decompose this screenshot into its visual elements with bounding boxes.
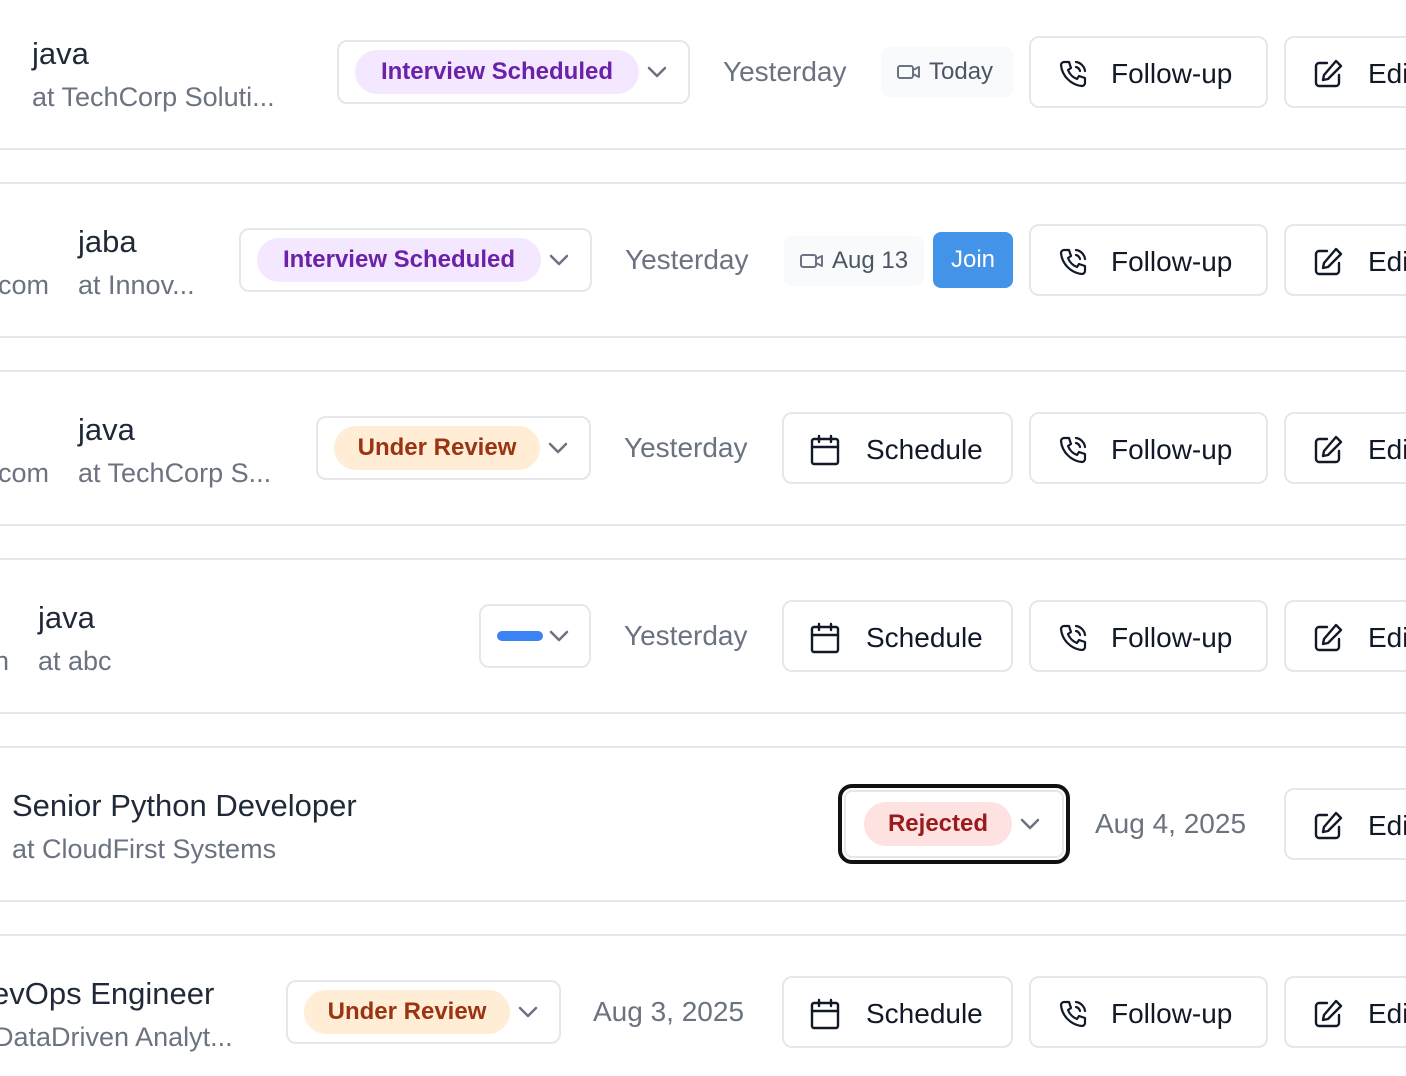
follow-up-button[interactable]: Follow-up (1029, 412, 1268, 484)
row-divider (0, 746, 1406, 748)
status-select[interactable] (479, 604, 591, 668)
job-title: java (38, 600, 95, 635)
edit-icon (1314, 623, 1343, 652)
schedule-button[interactable]: Schedule (782, 976, 1013, 1048)
calendar-icon (810, 434, 840, 466)
status-badge: Interview Scheduled (355, 50, 639, 94)
row-divider (0, 148, 1406, 150)
applied-date: Aug 4, 2025 (1095, 808, 1247, 839)
interview-date: Today (929, 58, 994, 85)
edit-button[interactable]: Edi (1284, 788, 1406, 860)
job-title: jaba (78, 224, 137, 259)
schedule-button[interactable]: Schedule (782, 600, 1013, 672)
follow-up-label: Follow-up (1111, 998, 1233, 1029)
edit-icon (1314, 59, 1343, 88)
edit-button[interactable]: Edi (1284, 412, 1406, 484)
contact-email: n (0, 646, 10, 676)
row-divider (0, 370, 1406, 372)
schedule-label: Schedule (866, 622, 983, 653)
edit-icon (1314, 247, 1343, 276)
status-select[interactable]: Under Review (316, 416, 591, 480)
company-name: at CloudFirst Systems (12, 834, 277, 864)
chevron-down-icon (647, 66, 667, 78)
status-badge: Rejected (864, 802, 1012, 846)
job-title: Senior Python Developer (12, 788, 357, 823)
company-name: at TechCorp S... (78, 458, 272, 488)
phone-call-icon (1059, 60, 1087, 88)
follow-up-button[interactable]: Follow-up (1029, 224, 1268, 296)
edit-label: Edi (1368, 998, 1406, 1029)
applied-date: Aug 3, 2025 (593, 996, 745, 1027)
job-title: java (32, 36, 89, 71)
row-divider (0, 182, 1406, 184)
chevron-down-icon (1020, 818, 1040, 830)
chevron-down-icon (549, 630, 569, 642)
status-select[interactable]: Rejected (838, 784, 1070, 864)
status-select[interactable]: Interview Scheduled (337, 40, 690, 104)
calendar-icon (810, 622, 840, 654)
applied-date: Yesterday (625, 244, 749, 275)
job-title: evOps Engineer (0, 976, 215, 1011)
phone-call-icon (1059, 624, 1087, 652)
applied-date: Yesterday (624, 432, 748, 463)
status-select[interactable]: Under Review (286, 980, 561, 1044)
follow-up-label: Follow-up (1111, 58, 1233, 89)
edit-label: Edi (1368, 434, 1406, 465)
phone-call-icon (1059, 1000, 1087, 1028)
status-badge (497, 631, 543, 641)
row-divider (0, 712, 1406, 714)
contact-email: com (0, 458, 50, 488)
interview-badge: Today (881, 47, 1013, 97)
follow-up-label: Follow-up (1111, 246, 1233, 277)
company-name: at abc (38, 646, 112, 676)
company-name: at TechCorp Soluti... (32, 82, 275, 112)
schedule-label: Schedule (866, 998, 983, 1029)
schedule-label: Schedule (866, 434, 983, 465)
follow-up-label: Follow-up (1111, 622, 1233, 653)
follow-up-button[interactable]: Follow-up (1029, 600, 1268, 672)
video-icon (897, 65, 920, 79)
edit-button[interactable]: Edi (1284, 36, 1406, 108)
applied-date: Yesterday (723, 56, 847, 87)
edit-icon (1314, 999, 1343, 1028)
applied-date: Yesterday (624, 620, 748, 651)
edit-label: Edi (1368, 58, 1406, 89)
row-divider (0, 934, 1406, 936)
edit-icon (1314, 435, 1343, 464)
follow-up-button[interactable]: Follow-up (1029, 36, 1268, 108)
edit-button[interactable]: Edi (1284, 600, 1406, 672)
follow-up-label: Follow-up (1111, 434, 1233, 465)
interview-badge: Aug 13 (784, 236, 924, 286)
edit-button[interactable]: Edi (1284, 224, 1406, 296)
status-badge: Under Review (304, 990, 510, 1034)
company-name: DataDriven Analyt... (0, 1022, 233, 1052)
status-badge: Interview Scheduled (257, 238, 541, 282)
status-select[interactable]: Interview Scheduled (239, 228, 592, 292)
join-button[interactable]: Join (933, 232, 1013, 288)
calendar-icon (810, 998, 840, 1030)
schedule-button[interactable]: Schedule (782, 412, 1013, 484)
company-name: at Innov... (78, 270, 195, 300)
row-divider (0, 558, 1406, 560)
video-icon (800, 254, 823, 268)
chevron-down-icon (518, 1006, 538, 1018)
contact-email: com (0, 270, 50, 300)
edit-button[interactable]: Edi (1284, 976, 1406, 1048)
edit-label: Edi (1368, 622, 1406, 653)
edit-label: Edi (1368, 246, 1406, 277)
row-divider (0, 900, 1406, 902)
interview-date: Aug 13 (832, 247, 909, 274)
edit-icon (1314, 811, 1343, 840)
phone-call-icon (1059, 248, 1087, 276)
status-badge: Under Review (334, 426, 540, 470)
phone-call-icon (1059, 436, 1087, 464)
edit-label: Edi (1368, 810, 1406, 841)
chevron-down-icon (549, 254, 569, 266)
job-title: java (78, 412, 135, 447)
row-divider (0, 336, 1406, 338)
row-divider (0, 524, 1406, 526)
follow-up-button[interactable]: Follow-up (1029, 976, 1268, 1048)
chevron-down-icon (548, 442, 568, 454)
